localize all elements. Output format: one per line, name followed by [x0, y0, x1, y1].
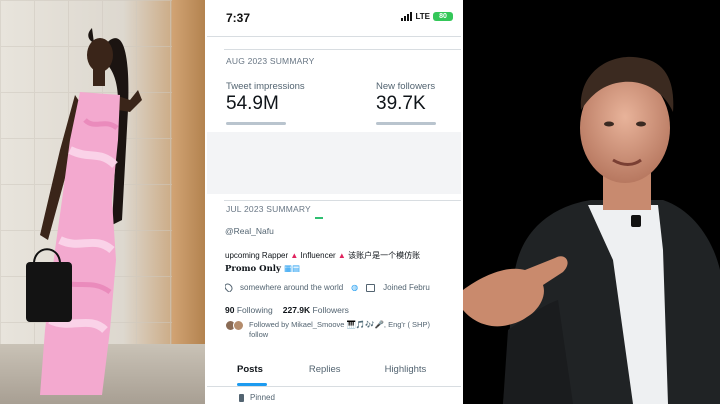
aug-summary-title: AUG 2023 SUMMARY — [226, 56, 315, 66]
bio-line: upcoming Rapper — [225, 251, 289, 260]
followed-by-rest: , Eng'r ( SHP) — [383, 320, 430, 329]
jul-summary-divider — [224, 200, 461, 201]
profile-bio: upcoming Rapper ▲ Influencer ▲ 该账户是一个模仿账 — [225, 250, 461, 261]
woman-in-pink-dress-figure — [26, 28, 142, 395]
followed-by-line: Followed by Mikael_Smoove — [249, 320, 345, 329]
avatar — [233, 320, 244, 331]
status-bar: 7:37 LTE 80 — [207, 0, 461, 30]
promo-text: Promo Only — [225, 264, 281, 274]
signal-icon — [401, 12, 413, 21]
followers-count: 227.9K — [282, 305, 311, 315]
status-time: 7:37 — [226, 11, 251, 25]
twitter-profile-screenshot: 7:37 LTE 80 AUG 2023 SUMMARY Tweet impre… — [207, 0, 461, 404]
pinned-indicator: Pinned — [239, 393, 275, 402]
section-gap — [207, 132, 461, 194]
warning-icon: ▲ — [337, 251, 346, 260]
location-icon — [225, 283, 235, 292]
impressions-bar — [226, 122, 286, 125]
chart-emoji-icon: ▦▤ — [283, 264, 300, 274]
summary-top-divider — [207, 36, 461, 37]
globe-icon: ◍ — [351, 283, 359, 292]
status-icons: LTE 80 — [401, 12, 453, 21]
green-marker — [315, 217, 323, 219]
tab-posts[interactable]: Posts — [237, 364, 263, 375]
pin-icon — [239, 393, 244, 402]
summary-divider — [224, 49, 461, 50]
tab-highlights[interactable]: Highlights — [385, 364, 427, 375]
followed-by[interactable]: Followed by Mikael_Smoove 🎹🎵🎶🎤, Eng'r ( … — [225, 320, 461, 340]
following-count: 90 — [225, 305, 235, 315]
left-photo — [0, 0, 205, 404]
follower-avatars — [225, 320, 244, 340]
followers-value: 39.7K — [376, 93, 426, 114]
warning-icon: ▲ — [290, 251, 299, 260]
impressions-value: 54.9M — [226, 93, 279, 114]
impressions-label: Tweet impressions — [226, 81, 305, 92]
profile-handle[interactable]: @Real_Nafu — [225, 226, 274, 236]
calendar-icon — [366, 283, 376, 292]
battery-icon: 80 — [433, 12, 453, 21]
profile-meta: somewhere around the world ◍ Joined Febr… — [225, 283, 461, 292]
followers-label: New followers — [376, 81, 436, 92]
bio-influencer: Influencer — [300, 251, 336, 260]
tab-replies[interactable]: Replies — [309, 364, 341, 375]
followers-link[interactable]: 227.9K Followers — [283, 305, 349, 315]
network-label: LTE — [415, 12, 430, 21]
tabs-divider — [207, 386, 461, 387]
followers-bar — [376, 122, 436, 125]
profile-tabs: Posts Replies Highlights — [225, 364, 461, 375]
follow-counts: 90 Following 227.9K Followers — [225, 305, 349, 315]
bio-chinese: 该账户是一个模仿账 — [348, 251, 421, 260]
profile-promo: Promo Only ▦▤ — [225, 264, 300, 274]
jul-summary-title: JUL 2023 SUMMARY — [226, 204, 311, 214]
pinned-label: Pinned — [250, 393, 275, 402]
right-photo — [463, 0, 720, 404]
man-in-suit-figure — [463, 56, 720, 404]
following-link[interactable]: 90 Following — [225, 305, 273, 315]
followed-by-line2: follow — [249, 330, 269, 339]
following-label: Following — [236, 305, 273, 315]
profile-joined: Joined Febru — [383, 283, 430, 292]
profile-location: somewhere around the world — [240, 283, 344, 292]
followed-by-text: Followed by Mikael_Smoove 🎹🎵🎶🎤, Eng'r ( … — [249, 320, 430, 340]
followers-label: Followers — [312, 305, 349, 315]
emoji-icons: 🎹🎵🎶🎤 — [346, 320, 384, 329]
